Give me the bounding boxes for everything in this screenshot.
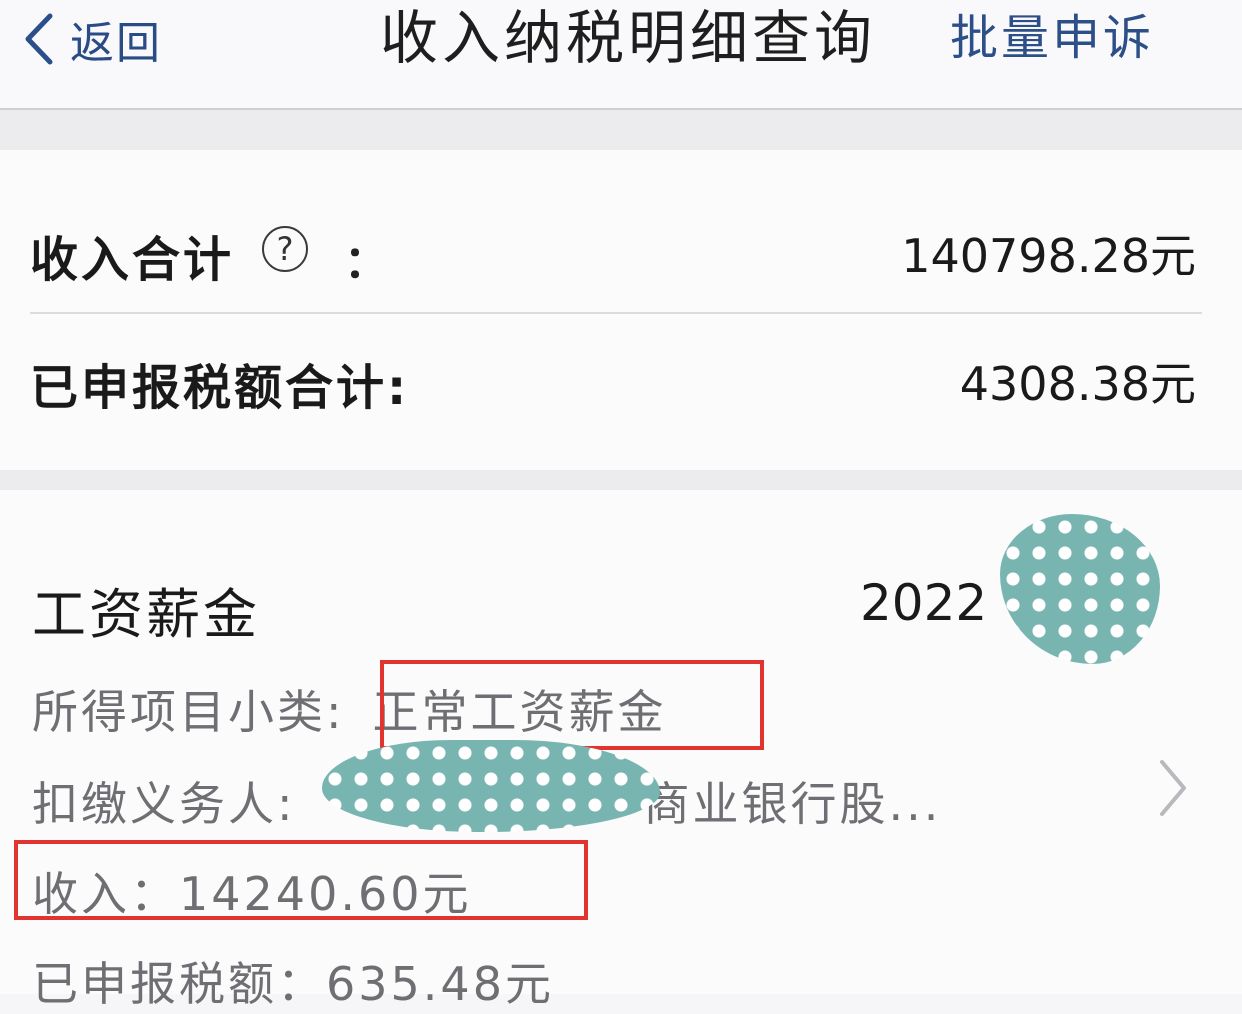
back-label: 返回 [70, 18, 162, 69]
withholder-label: 扣缴义务人: [32, 777, 296, 831]
income-total-label: 收入合计 [30, 232, 235, 288]
redaction-mark [322, 740, 660, 832]
declared-tax-label: 已申报税额： [32, 957, 326, 1011]
record-title: 工资薪金 [32, 583, 260, 646]
declared-tax-total-label: 已申报税额合计: [30, 360, 410, 416]
income-total-value: 140798.28元 [901, 229, 1196, 283]
income-total-separator: ： [344, 237, 388, 288]
subcategory-highlight [380, 660, 764, 750]
redaction-mark [1000, 514, 1160, 664]
chevron-right-icon[interactable] [1156, 758, 1190, 818]
declared-tax-value: 635.48元 [326, 957, 554, 1011]
section-gap [0, 470, 1242, 490]
page-title: 收入纳税明细查询 [380, 4, 877, 72]
section-gap [0, 110, 1242, 150]
chevron-left-icon [25, 13, 53, 65]
income-record-card[interactable]: 工资薪金 2022 所得项目小类: 正常工资薪金 扣缴义务人: 商业银行股... 收… [0, 490, 1242, 1011]
declared-tax-total-value: 4308.38元 [959, 357, 1196, 411]
summary-card: 收入合计 ? ： 140798.28元 已申报税额合计: 4308.38元 [0, 150, 1242, 470]
income-highlight [14, 840, 588, 920]
back-button[interactable]: 返回 [22, 4, 162, 74]
summary-divider [30, 312, 1202, 314]
withholder-value: 商业银行股... [643, 777, 942, 831]
record-date: 2022 [860, 574, 988, 632]
batch-appeal-button[interactable]: 批量申诉 [950, 6, 1154, 70]
subcategory-label: 所得项目小类: [32, 685, 345, 739]
question-circle-icon[interactable]: ? [262, 226, 308, 272]
declared-tax-row: 已申报税额：635.48元 [32, 948, 554, 1014]
navigation-bar: 返回 收入纳税明细查询 批量申诉 [0, 0, 1242, 110]
